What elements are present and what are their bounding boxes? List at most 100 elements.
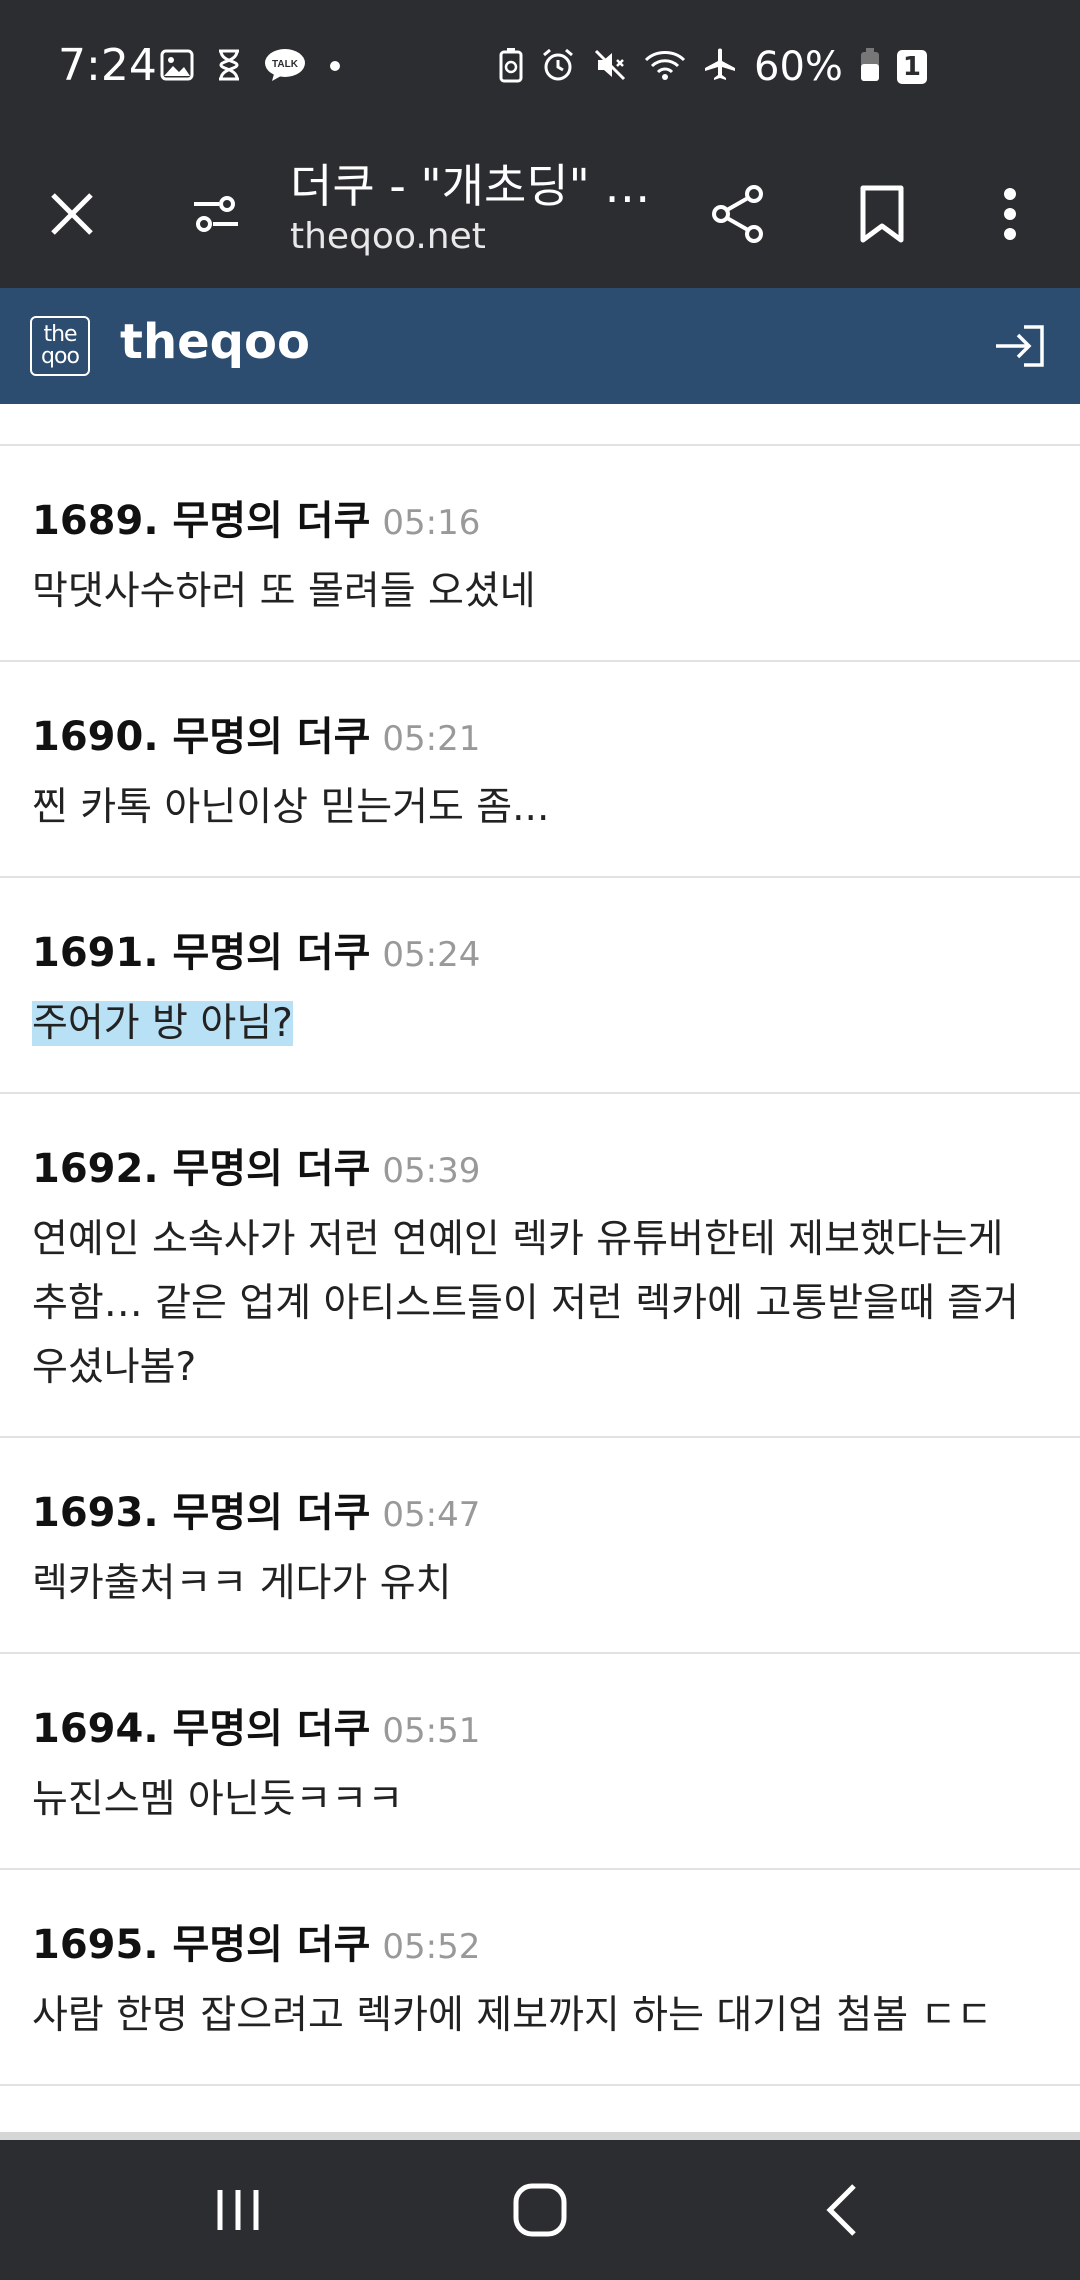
comment-number: 1694.: [32, 1706, 159, 1752]
comment-time: 05:16: [382, 503, 481, 543]
comment-time: 05:24: [382, 935, 481, 975]
comment-body: 렉카출처ㅋㅋ 게다가 유치: [32, 1552, 1048, 1616]
status-time: 7:24: [58, 40, 157, 91]
site-header: the qoo theqoo: [0, 288, 1080, 404]
comment-author: 1689. 무명의 더쿠: [32, 488, 370, 546]
mute-icon: [592, 47, 628, 87]
sim-badge-label: 1: [902, 52, 921, 82]
dot-icon: [328, 58, 342, 77]
back-icon: [826, 2184, 856, 2236]
comment-item[interactable]: 1691. 무명의 더쿠 05:24 주어가 방 아님?: [0, 878, 1080, 1094]
comment-author-name: 무명의 더쿠: [172, 714, 371, 760]
tab-domain[interactable]: theqoo.net: [290, 216, 486, 257]
comment-author-name: 무명의 더쿠: [172, 930, 371, 976]
comment-author-name: 무명의 더쿠: [172, 1922, 371, 1968]
comment-number: 1689.: [32, 498, 159, 544]
battery-icon: [859, 47, 881, 87]
comment-item[interactable]: 1692. 무명의 더쿠 05:39 연예인 소속사가 저런 연예인 렉카 유튜버한…: [0, 1094, 1080, 1438]
navigation-bar: [0, 2132, 1080, 2280]
login-icon: [996, 325, 1044, 367]
battery-percent: 60%: [754, 44, 843, 90]
comment-author-name: 무명의 더쿠: [172, 1490, 371, 1536]
airplane-icon: [702, 47, 738, 87]
comment-text: 주어가 방 아님?: [32, 1001, 293, 1046]
comment-body: 주어가 방 아님?: [32, 992, 1048, 1056]
comment-body: 연예인 소속사가 저런 연예인 렉카 유튜버한테 제보했다는게 추함… 같은 업…: [32, 1208, 1048, 1400]
close-tab-button[interactable]: [22, 140, 122, 288]
comment-author: 1690. 무명의 더쿠: [32, 704, 370, 762]
talk-icon: TALK: [264, 48, 306, 86]
share-icon: [712, 185, 763, 243]
bookmark-button[interactable]: [832, 140, 932, 288]
wifi-icon: [644, 48, 686, 86]
comment-header: 1692. 무명의 더쿠 05:39: [32, 1136, 1048, 1194]
login-button[interactable]: [980, 306, 1060, 386]
comment-item[interactable]: 1694. 무명의 더쿠 05:51 뉴진스멤 아닌듯ㅋㅋㅋ: [0, 1654, 1080, 1870]
comment-header: 1690. 무명의 더쿠 05:21: [32, 704, 1048, 762]
comment-author-name: 무명의 더쿠: [172, 498, 371, 544]
comment-item[interactable]: 1695. 무명의 더쿠 05:52 사람 한명 잡으려고 렉카에 제보까지 하는 …: [0, 1870, 1080, 2086]
alarm-icon: [540, 47, 576, 87]
comment-time: 05:21: [382, 719, 481, 759]
comment-header: 1695. 무명의 더쿠 05:52: [32, 1912, 1048, 1970]
comment-number: 1695.: [32, 1922, 159, 1968]
comment-author-name: 무명의 더쿠: [172, 1146, 371, 1192]
bookmark-icon: [860, 185, 904, 243]
comment-header: 1694. 무명의 더쿠 05:51: [32, 1696, 1048, 1754]
comment-author: 1693. 무명의 더쿠: [32, 1480, 370, 1538]
comment-item[interactable]: 1693. 무명의 더쿠 05:47 렉카출처ㅋㅋ 게다가 유치: [0, 1438, 1080, 1654]
back-button[interactable]: [772, 2140, 912, 2280]
comment-time: 05:39: [382, 1151, 481, 1191]
comment-header: 1691. 무명의 더쿠 05:24: [32, 920, 1048, 978]
gallery-icon: [160, 49, 194, 85]
comment-header: 1693. 무명의 더쿠 05:47: [32, 1480, 1048, 1538]
page-info-button[interactable]: [166, 140, 266, 288]
comment-time: 05:51: [382, 1711, 481, 1751]
hourglass-icon: [216, 49, 242, 85]
svg-text:TALK: TALK: [272, 59, 299, 70]
comment-author: 1692. 무명의 더쿠: [32, 1136, 370, 1194]
comment-text: 뉴진스멤 아닌듯ㅋㅋㅋ: [32, 1777, 404, 1822]
tab-title[interactable]: 더쿠 - "개초딩" "...: [290, 150, 660, 216]
list-divider: [0, 404, 1080, 446]
battery-saver-icon: [498, 47, 524, 87]
system-status-icons: 60% 1: [498, 44, 927, 90]
comment-item[interactable]: 1690. 무명의 더쿠 05:21 찐 카톡 아닌이상 믿는거도 좀...: [0, 662, 1080, 878]
comment-time: 05:52: [382, 1927, 481, 1967]
comment-author: 1694. 무명의 더쿠: [32, 1696, 370, 1754]
comment-author: 1695. 무명의 더쿠: [32, 1912, 370, 1970]
more-options-button[interactable]: [960, 140, 1060, 288]
home-button[interactable]: [470, 2140, 610, 2280]
home-icon: [513, 2183, 567, 2237]
comment-number: 1693.: [32, 1490, 159, 1536]
comment-time: 05:47: [382, 1495, 481, 1535]
notification-icons: TALK: [160, 48, 342, 86]
site-logo[interactable]: the qoo: [30, 316, 90, 376]
comment-header: 1689. 무명의 더쿠 05:16: [32, 488, 1048, 546]
recent-apps-icon: [217, 2190, 259, 2230]
comment-author: 1691. 무명의 더쿠: [32, 920, 370, 978]
status-bar: 7:24 TALK 60% 1: [0, 0, 1080, 140]
comment-body: 찐 카톡 아닌이상 믿는거도 좀...: [32, 776, 1048, 840]
recent-apps-button[interactable]: [168, 2140, 308, 2280]
comment-number: 1690.: [32, 714, 159, 760]
logo-text: the qoo: [41, 322, 80, 369]
comment-text: 렉카출처ㅋㅋ 게다가 유치: [32, 1561, 452, 1606]
comment-author-name: 무명의 더쿠: [172, 1706, 371, 1752]
comment-list: 1689. 무명의 더쿠 05:16 막댓사수하러 또 몰려들 오셨네 1690. 무…: [0, 404, 1080, 2086]
comment-number: 1692.: [32, 1146, 159, 1192]
comment-body: 사람 한명 잡으려고 렉카에 제보까지 하는 대기업 첨봄 ㄷㄷ: [32, 1984, 1048, 2048]
sim-badge-icon: 1: [896, 50, 927, 84]
comment-body: 뉴진스멤 아닌듯ㅋㅋㅋ: [32, 1768, 1048, 1832]
more-vert-icon: [1004, 188, 1016, 240]
comment-text: 찐 카톡 아닌이상 믿는거도 좀...: [32, 785, 550, 830]
comment-text: 연예인 소속사가 저런 연예인 렉카 유튜버한테 제보했다는게 추함… 같은 업…: [32, 1217, 1019, 1390]
comment-text: 사람 한명 잡으려고 렉카에 제보까지 하는 대기업 첨봄 ㄷㄷ: [32, 1993, 993, 2038]
comment-number: 1691.: [32, 930, 159, 976]
close-icon: [51, 193, 93, 235]
comment-text: 막댓사수하러 또 몰려들 오셨네: [32, 569, 536, 614]
comment-body: 막댓사수하러 또 몰려들 오셨네: [32, 560, 1048, 624]
share-button[interactable]: [688, 140, 788, 288]
site-name[interactable]: theqoo: [120, 314, 310, 370]
comment-item[interactable]: 1689. 무명의 더쿠 05:16 막댓사수하러 또 몰려들 오셨네: [0, 446, 1080, 662]
